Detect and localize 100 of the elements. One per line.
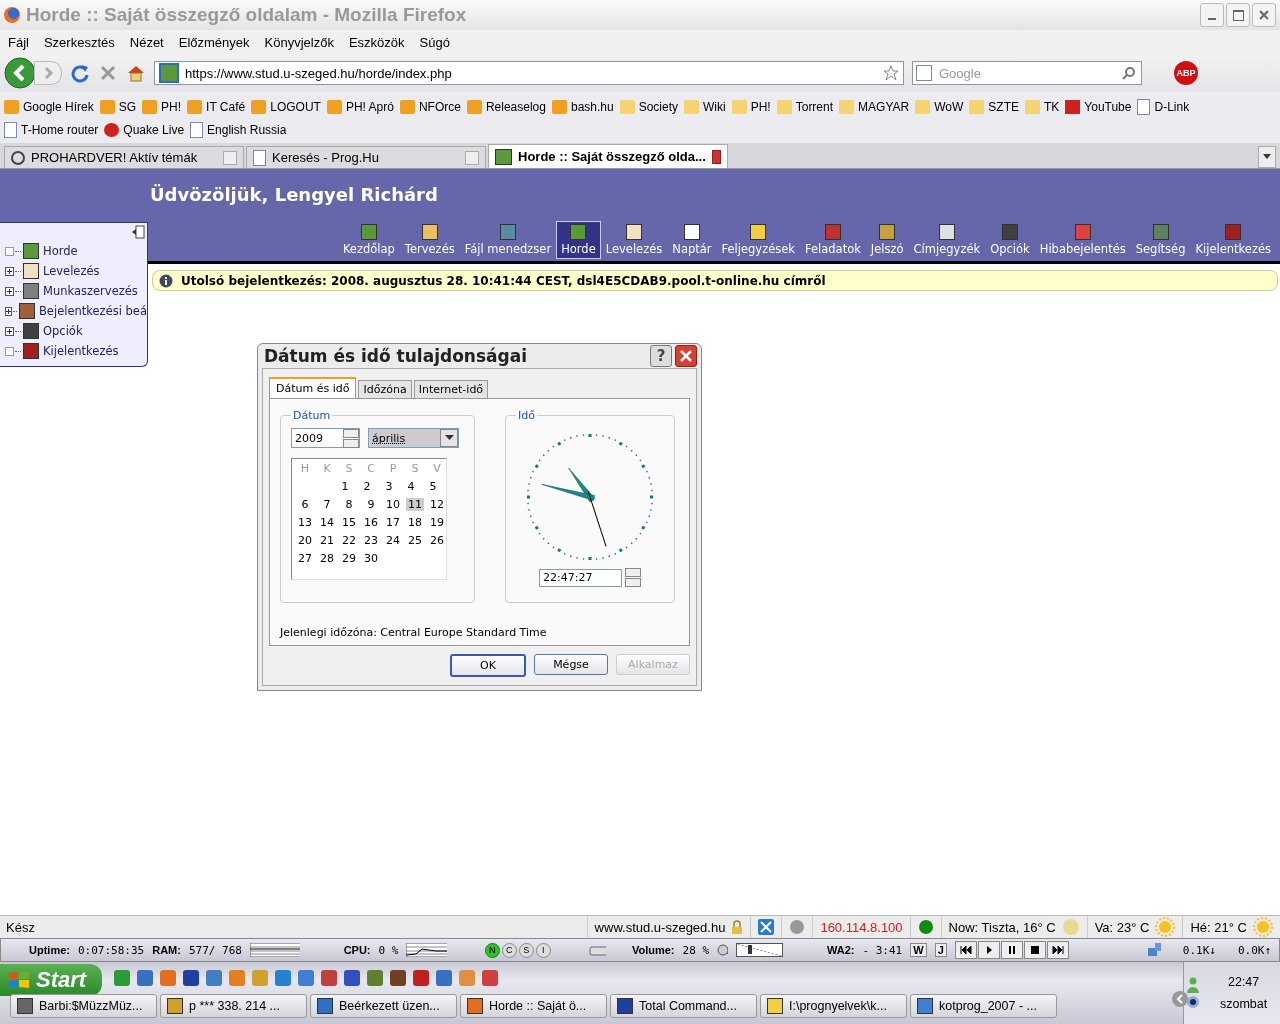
menu-item[interactable]: Fájl (8, 34, 29, 50)
calendar-day[interactable]: 30 (362, 551, 380, 565)
calendar-day[interactable]: 8 (343, 497, 355, 511)
calendar-day[interactable]: 4 (405, 479, 417, 493)
tree-item[interactable]: Kijelentkezés (43, 344, 119, 358)
tab-list-button[interactable] (1258, 146, 1276, 168)
bookmark-item[interactable]: NFOrce (399, 99, 461, 114)
bookmark-item[interactable]: SZTE (969, 99, 1019, 114)
spinner-icon[interactable] (625, 568, 641, 587)
expand-tray-button[interactable] (1172, 991, 1188, 1007)
bookmark-item[interactable]: PH! (731, 99, 771, 114)
time-field[interactable]: 22:47:27 (539, 568, 622, 587)
calendar-day[interactable]: 23 (362, 533, 380, 547)
expander-icon[interactable] (5, 326, 14, 336)
bookmark-item[interactable]: bash.hu (551, 99, 614, 114)
menu-item[interactable]: Eszközök (348, 34, 405, 50)
bookmark-item[interactable]: Wiki (684, 99, 726, 114)
calendar-day[interactable]: 14 (318, 515, 336, 529)
menu-item[interactable]: Szerkesztés (43, 34, 115, 50)
dialog-button[interactable]: Mégse (534, 654, 608, 675)
month-dropdown[interactable]: április (368, 428, 459, 448)
bookmark-item[interactable]: PH! Apró (326, 99, 394, 114)
calendar-day[interactable]: 25 (406, 533, 424, 547)
calendar-day[interactable]: 28 (318, 551, 336, 565)
bookmark-item[interactable]: TK (1024, 99, 1060, 114)
calendar-day[interactable]: 21 (318, 533, 336, 547)
adblock-button[interactable]: ABP (1174, 61, 1198, 85)
taskbar-button[interactable]: Beérkezett üzen... (310, 994, 457, 1018)
search-engine-icon[interactable] (916, 65, 932, 81)
bookmark-item[interactable]: Society (619, 99, 678, 114)
calendar-day[interactable]: 10 (384, 497, 402, 511)
calendar-day[interactable]: 17 (384, 515, 402, 529)
search-field[interactable]: Google (912, 61, 1142, 85)
nav-item[interactable]: Segítség (1130, 221, 1191, 259)
stop-icon[interactable] (1023, 941, 1046, 959)
tree-item[interactable]: Munkaszervezés (43, 284, 138, 298)
back-button[interactable] (4, 57, 36, 89)
calendar-day[interactable]: 22 (340, 533, 358, 547)
nav-item[interactable]: Tervezés (399, 221, 460, 259)
bookmark-item[interactable]: MAGYAR (839, 99, 910, 114)
expander-icon[interactable] (5, 306, 12, 316)
close-button[interactable] (1252, 3, 1276, 27)
calendar-day[interactable]: 7 (321, 497, 333, 511)
tree-item[interactable]: Levelezés (43, 264, 100, 278)
browser-tab[interactable]: PROHARDVER! Aktív témák (4, 146, 244, 168)
tree-item[interactable]: Opciók (43, 324, 83, 338)
volume-slider[interactable] (735, 943, 783, 957)
calendar-day[interactable]: 5 (427, 479, 439, 493)
bookmark-item[interactable]: English Russia (190, 121, 287, 138)
calendar-day[interactable]: 3 (383, 479, 395, 493)
taskbar-button[interactable]: Total Command... (610, 994, 757, 1018)
dialog-tab[interactable]: Dátum és idő (269, 377, 357, 398)
player-button[interactable]: J (934, 943, 947, 957)
nav-item[interactable]: Jelszó (865, 221, 909, 259)
calendar-day[interactable]: 19 (428, 515, 446, 529)
nav-item[interactable]: Horde (556, 221, 601, 259)
calendar-day[interactable]: 29 (340, 551, 358, 565)
bookmark-item[interactable]: Quake Live (104, 122, 185, 137)
nav-item[interactable]: Feladatok (800, 221, 866, 259)
calendar-day[interactable]: 11 (406, 497, 424, 511)
taskbar-button[interactable]: Barbi:$MüzzMüz... (10, 994, 157, 1018)
calendar-day[interactable]: 13 (296, 515, 314, 529)
calendar-day[interactable]: 15 (340, 515, 358, 529)
nav-item[interactable]: Kezdőlap (337, 221, 400, 259)
bookmark-item[interactable]: IT Café (187, 99, 246, 114)
calendar-day[interactable]: 26 (428, 533, 446, 547)
taskbar-button[interactable]: Horde :: Saját ö... (460, 994, 607, 1018)
browser-tab[interactable]: Horde :: Saját összegző olda... (488, 144, 728, 168)
taskbar-button[interactable]: p *** 338. 214 ... (160, 994, 307, 1018)
minimize-button[interactable] (1200, 3, 1224, 27)
expander-icon[interactable] (5, 266, 14, 276)
bookmark-item[interactable]: Google Hírek (4, 99, 94, 114)
tree-item[interactable]: Bejelentkezési beá (39, 304, 147, 318)
calendar-day[interactable]: 27 (296, 551, 314, 565)
nav-item[interactable]: Opciók (985, 221, 1035, 259)
address-field[interactable]: https://www.stud.u-szeged.hu/horde/index.php (154, 61, 904, 85)
player-button[interactable]: W (910, 943, 927, 957)
play-icon[interactable] (977, 941, 1000, 959)
calendar-day[interactable]: 18 (406, 515, 424, 529)
close-button[interactable] (675, 345, 697, 367)
calendar-day[interactable]: 16 (362, 515, 380, 529)
calendar-day[interactable]: 12 (428, 497, 446, 511)
nav-item[interactable]: Levelezés (600, 221, 668, 259)
bookmark-item[interactable]: T-Home router (4, 121, 99, 138)
calendar-day[interactable]: 20 (296, 533, 314, 547)
menu-item[interactable]: Nézet (129, 34, 164, 50)
bookmark-item[interactable]: D-Link (1137, 98, 1190, 115)
collapse-icon[interactable] (131, 225, 145, 239)
calendar-day[interactable]: 9 (365, 497, 377, 511)
bookmark-item[interactable]: Torrent (776, 99, 834, 114)
menu-item[interactable]: Súgó (419, 34, 450, 50)
dialog-button[interactable]: OK (450, 654, 526, 677)
maximize-button[interactable] (1226, 3, 1250, 27)
calendar-day[interactable]: 6 (299, 497, 311, 511)
bookmark-item[interactable]: SG (99, 99, 137, 114)
bookmark-item[interactable]: LOGOUT (251, 99, 321, 114)
taskbar-button[interactable]: I:\prognyelvek\k... (760, 994, 907, 1018)
calendar-day[interactable]: 1 (339, 479, 351, 493)
nav-item[interactable]: Naptár (667, 221, 717, 259)
dialog-tab[interactable]: Internet-idő (413, 380, 489, 398)
